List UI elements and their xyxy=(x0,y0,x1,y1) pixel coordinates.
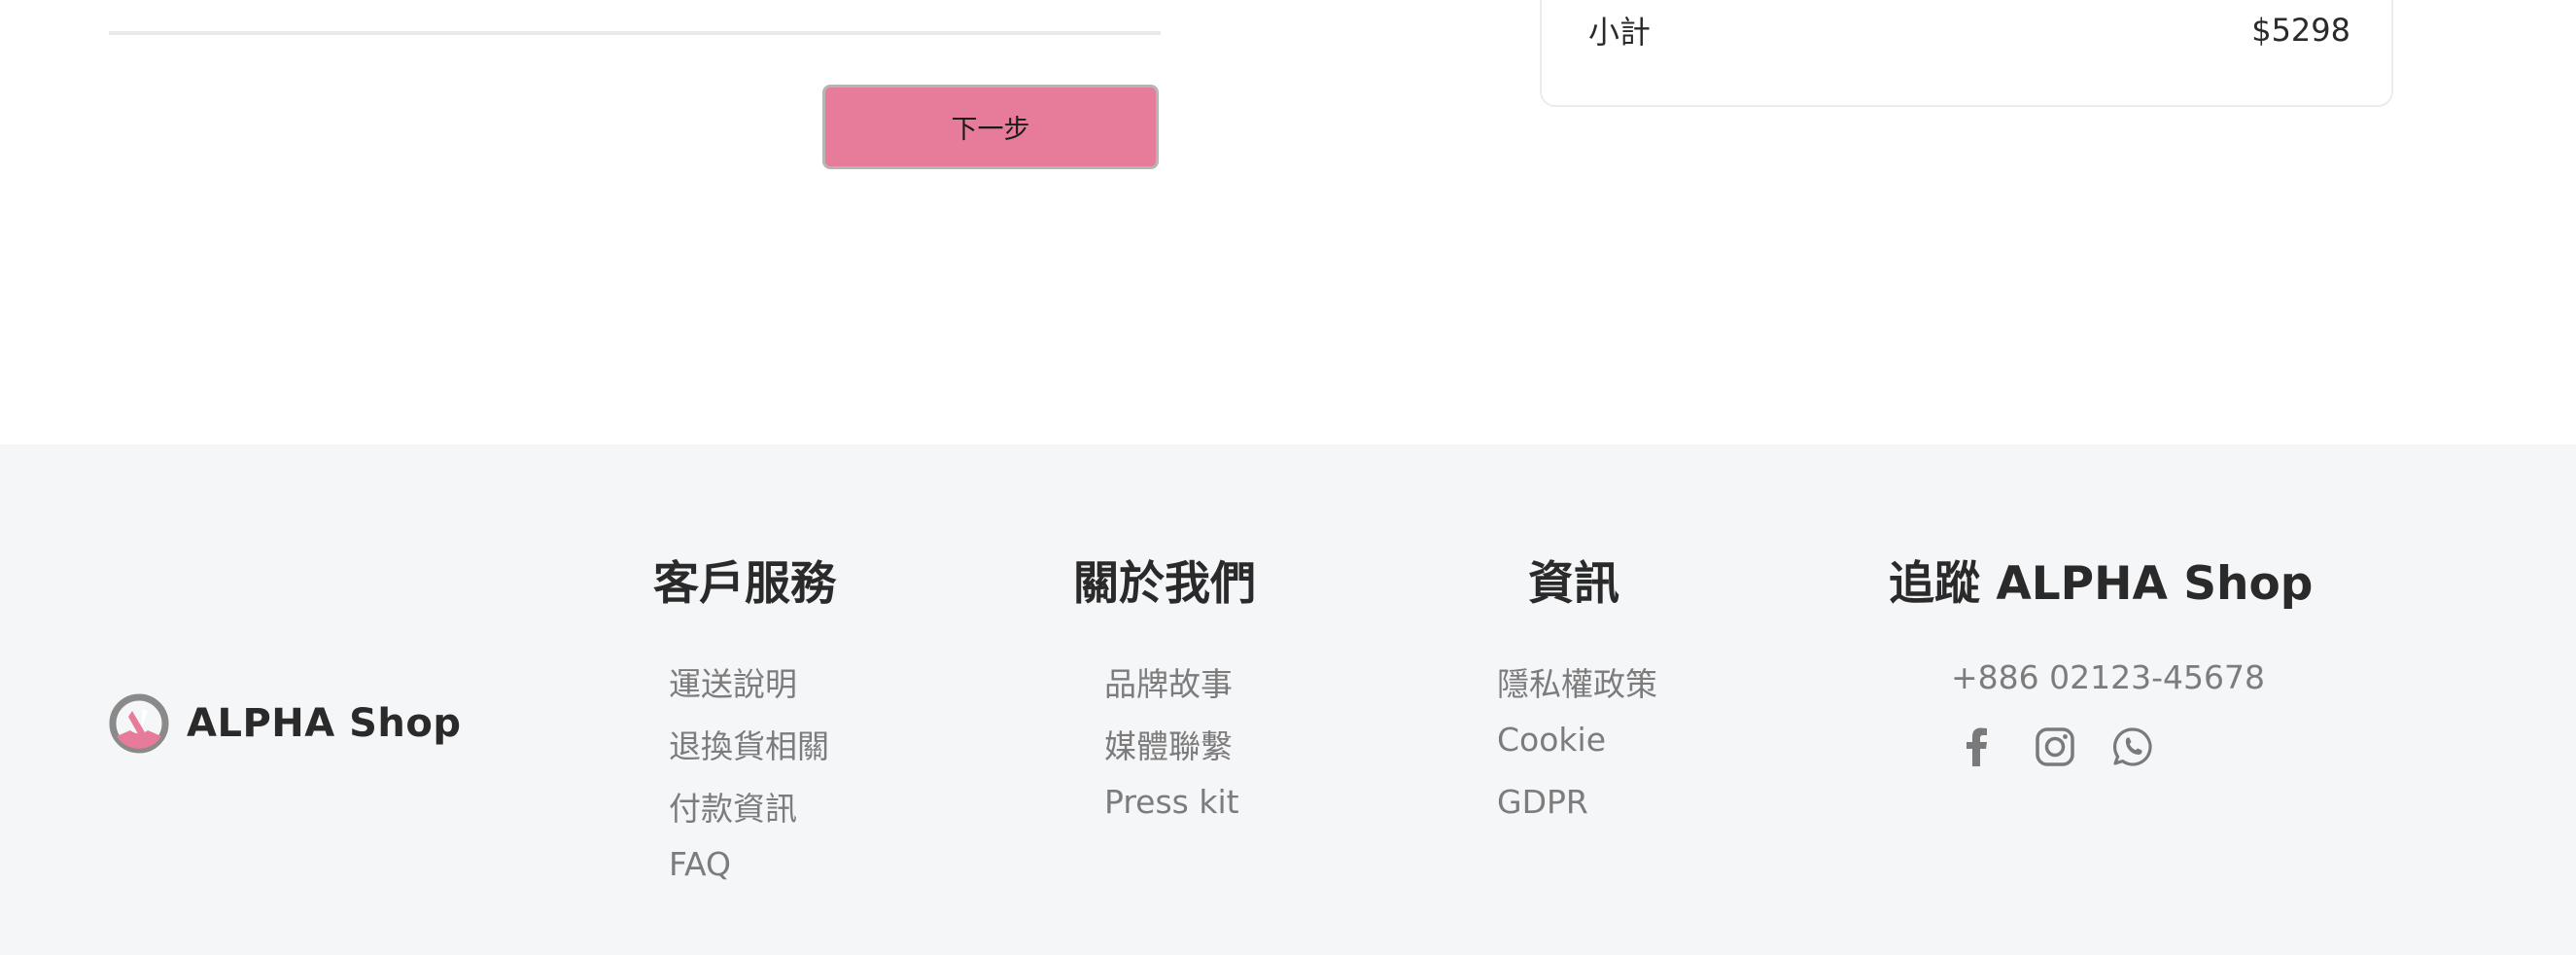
next-step-button[interactable]: 下一步 xyxy=(822,85,1159,169)
subtotal-label: 小計 xyxy=(1588,14,1652,51)
whatsapp-icon[interactable] xyxy=(2112,726,2153,767)
footer-column-about: 關於我們 品牌故事 媒體聯繫 Press kit xyxy=(1073,557,1256,821)
footer-link-gdpr[interactable]: GDPR xyxy=(1497,783,1588,821)
footer-column-follow: 追蹤 ALPHA Shop +886 02123-45678 xyxy=(1889,557,2314,766)
facebook-icon[interactable] xyxy=(1957,726,1998,767)
brand-name: ALPHA Shop xyxy=(187,701,462,746)
footer-heading-follow: 追蹤 ALPHA Shop xyxy=(1889,557,2314,611)
footer-logo[interactable]: ALPHA Shop xyxy=(109,690,462,758)
footer-link-cookie[interactable]: Cookie xyxy=(1497,721,1606,759)
footer-column-info: 資訊 隱私權政策 Cookie GDPR xyxy=(1497,557,1657,821)
footer-phone[interactable]: +886 02123-45678 xyxy=(1951,658,2265,696)
footer-link-privacy[interactable]: 隱私權政策 xyxy=(1497,658,1657,705)
footer-column-customer-service: 客戶服務 運送說明 退換貨相關 付款資訊 FAQ xyxy=(653,557,836,883)
footer-heading-customer-service: 客戶服務 xyxy=(653,557,836,611)
cart-summary-card: 小計 $5298 xyxy=(1540,0,2393,107)
form-divider xyxy=(109,31,1161,35)
footer-heading-info: 資訊 xyxy=(1528,557,1619,611)
subtotal-value: $5298 xyxy=(2251,12,2350,49)
instagram-icon[interactable] xyxy=(2035,726,2075,767)
footer-link-shipping[interactable]: 運送說明 xyxy=(669,658,797,705)
social-links xyxy=(1957,726,2153,767)
alpha-logo-icon xyxy=(109,693,169,754)
footer-link-brand-story[interactable]: 品牌故事 xyxy=(1104,658,1233,705)
footer-link-faq[interactable]: FAQ xyxy=(669,845,731,883)
subtotal-row: 小計 $5298 xyxy=(1588,6,2350,54)
footer-link-payment[interactable]: 付款資訊 xyxy=(669,783,797,830)
footer-link-press-kit[interactable]: Press kit xyxy=(1104,783,1239,821)
footer-link-returns[interactable]: 退換貨相關 xyxy=(669,721,829,767)
site-footer: ALPHA Shop 客戶服務 運送說明 退換貨相關 付款資訊 FAQ 關於我們… xyxy=(0,444,2576,955)
footer-link-media-contact[interactable]: 媒體聯繫 xyxy=(1104,721,1233,767)
footer-heading-about: 關於我們 xyxy=(1073,557,1256,611)
